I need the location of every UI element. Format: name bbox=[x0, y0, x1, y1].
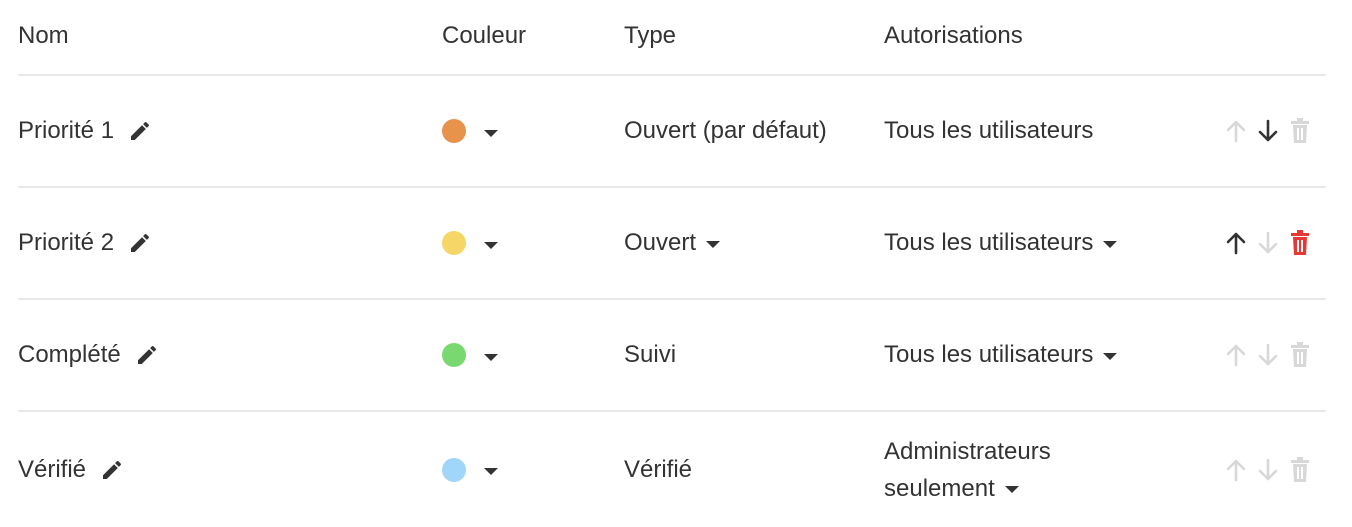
caret-down-icon bbox=[1103, 240, 1118, 248]
type-select: Suivi bbox=[624, 300, 676, 410]
row-actions bbox=[1224, 76, 1312, 186]
permission-select[interactable]: Administrateurs seulement bbox=[884, 433, 1051, 507]
status-table: Nom Couleur Type Autorisations Priorité … bbox=[18, 0, 1326, 527]
arrow-up-icon[interactable] bbox=[1224, 117, 1248, 145]
permission-label-line1: Administrateurs bbox=[884, 437, 1051, 465]
row-actions bbox=[1224, 188, 1312, 298]
arrow-down-icon[interactable] bbox=[1256, 117, 1280, 145]
arrow-down-icon[interactable] bbox=[1256, 456, 1280, 484]
table-row: Priorité 2 Ouvert Tous les utilisateurs bbox=[18, 188, 1326, 300]
type-label: Ouvert bbox=[624, 229, 697, 256]
trash-icon[interactable] bbox=[1288, 456, 1312, 484]
table-row: Vérifié Vérifié Administrateurs seulement bbox=[18, 412, 1326, 527]
row-actions bbox=[1224, 300, 1312, 410]
table-row: Complété Suivi Tous les utilisateurs bbox=[18, 300, 1326, 412]
color-select[interactable] bbox=[442, 300, 498, 410]
trash-icon[interactable] bbox=[1288, 229, 1312, 257]
column-header-name: Nom bbox=[18, 22, 69, 49]
permission-label-line2: seulement bbox=[884, 474, 995, 502]
color-swatch bbox=[442, 457, 466, 482]
color-select[interactable] bbox=[442, 188, 498, 298]
trash-icon[interactable] bbox=[1288, 117, 1312, 145]
permission-label: Tous les utilisateurs bbox=[884, 341, 1094, 368]
column-header-permissions: Autorisations bbox=[884, 22, 1023, 49]
status-name-cell: Priorité 1 bbox=[18, 76, 152, 186]
caret-down-icon bbox=[484, 129, 498, 137]
permission-label: Tous les utilisateurs bbox=[884, 117, 1094, 144]
caret-down-icon bbox=[484, 468, 498, 475]
arrow-down-icon[interactable] bbox=[1256, 341, 1280, 369]
caret-down-icon bbox=[484, 353, 498, 361]
row-actions bbox=[1224, 412, 1312, 527]
type-select: Vérifié bbox=[624, 412, 692, 527]
color-swatch bbox=[442, 343, 466, 367]
status-name: Priorité 2 bbox=[18, 229, 115, 256]
status-name: Priorité 1 bbox=[18, 117, 115, 144]
arrow-up-icon[interactable] bbox=[1224, 229, 1248, 257]
arrow-up-icon[interactable] bbox=[1224, 341, 1248, 369]
column-header-color: Couleur bbox=[442, 22, 527, 49]
color-select[interactable] bbox=[442, 412, 498, 527]
pencil-icon[interactable] bbox=[100, 458, 124, 482]
caret-down-icon bbox=[706, 240, 721, 248]
column-header-type: Type bbox=[624, 22, 677, 49]
caret-down-icon bbox=[484, 241, 498, 249]
table-row: Priorité 1 Ouvert (par défaut) Tous les ut… bbox=[18, 76, 1326, 188]
color-swatch bbox=[442, 231, 466, 255]
status-name-cell: Complété bbox=[18, 300, 159, 410]
permission-cell[interactable]: Tous les utilisateurs bbox=[884, 300, 1118, 410]
table-header: Nom Couleur Type Autorisations bbox=[18, 0, 1326, 76]
type-select[interactable]: Ouvert bbox=[624, 188, 721, 298]
type-label: Vérifié bbox=[624, 455, 693, 483]
arrow-down-icon[interactable] bbox=[1256, 229, 1280, 257]
type-select: Ouvert (par défaut) bbox=[624, 76, 827, 186]
type-label: Ouvert (par défaut) bbox=[624, 117, 827, 144]
permission-label: Tous les utilisateurs bbox=[884, 229, 1094, 256]
color-swatch bbox=[442, 119, 466, 143]
pencil-icon[interactable] bbox=[128, 231, 152, 255]
pencil-icon[interactable] bbox=[135, 343, 159, 367]
status-name: Vérifié bbox=[18, 455, 87, 483]
trash-icon[interactable] bbox=[1288, 341, 1312, 369]
type-label: Suivi bbox=[624, 341, 677, 368]
permission-cell: Tous les utilisateurs bbox=[884, 76, 1093, 186]
status-name-cell: Priorité 2 bbox=[18, 188, 152, 298]
caret-down-icon bbox=[1103, 352, 1118, 360]
permission-cell[interactable]: Administrateurs seulement bbox=[884, 412, 1051, 527]
color-select[interactable] bbox=[442, 76, 498, 186]
arrow-up-icon[interactable] bbox=[1224, 456, 1248, 484]
pencil-icon[interactable] bbox=[128, 119, 152, 143]
permission-cell[interactable]: Tous les utilisateurs bbox=[884, 188, 1118, 298]
status-name-cell: Vérifié bbox=[18, 412, 124, 527]
caret-down-icon bbox=[1004, 485, 1019, 493]
status-name: Complété bbox=[18, 341, 121, 368]
